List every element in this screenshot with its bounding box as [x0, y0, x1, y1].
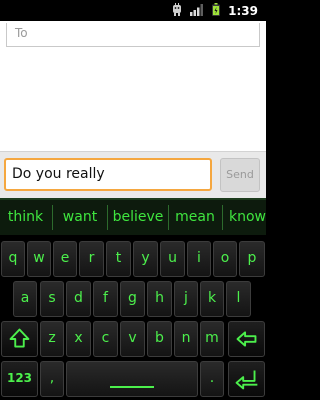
status-time: 1:39 — [228, 3, 258, 18]
key-f[interactable]: f — [93, 281, 118, 317]
key-label: h — [155, 290, 164, 306]
key-i[interactable]: i — [187, 241, 211, 277]
symbols-key[interactable]: 123 — [1, 361, 38, 397]
key-m[interactable]: m — [200, 321, 224, 357]
key-n[interactable]: n — [174, 321, 198, 357]
suggestion-item[interactable]: think — [0, 200, 51, 235]
key-label: e — [60, 250, 70, 266]
key-e[interactable]: e — [53, 241, 77, 277]
space-key[interactable] — [66, 361, 198, 397]
shift-icon — [9, 328, 30, 348]
compose-area: To — [0, 21, 266, 151]
key-label: u — [168, 250, 177, 266]
key-label: w — [33, 250, 45, 266]
key-r[interactable]: r — [79, 241, 104, 277]
key-label: v — [128, 330, 137, 346]
key-d[interactable]: d — [66, 281, 91, 317]
key-label: b — [155, 330, 164, 346]
key-label: a — [20, 290, 30, 306]
key-label: 123 — [6, 371, 33, 385]
key-y[interactable]: y — [133, 241, 158, 277]
status-bar: 1:39 — [0, 0, 266, 21]
send-button[interactable]: Send — [220, 158, 260, 192]
to-field[interactable]: To — [6, 23, 260, 47]
key-label: g — [128, 290, 137, 306]
message-bar: Do you really Send — [0, 151, 266, 199]
suggestion-item[interactable]: know — [229, 200, 266, 235]
key-label: , — [49, 370, 55, 386]
key-label: t — [115, 250, 122, 266]
key-o[interactable]: o — [213, 241, 237, 277]
suggestion-item[interactable]: mean — [169, 200, 221, 235]
key-c[interactable]: c — [93, 321, 118, 357]
key-a[interactable]: a — [13, 281, 37, 317]
key-label: l — [236, 290, 241, 306]
message-input[interactable]: Do you really — [4, 158, 212, 191]
key-label: i — [197, 250, 201, 266]
key-v[interactable]: v — [120, 321, 145, 357]
key-label: q — [8, 250, 18, 266]
key-g[interactable]: g — [120, 281, 145, 317]
enter-icon — [235, 370, 258, 390]
key-label: x — [74, 330, 83, 346]
suggestion-strip: think want believe mean know — [0, 198, 266, 235]
period-key[interactable]: . — [200, 361, 224, 397]
battery-icon — [212, 1, 221, 20]
key-label: y — [141, 250, 150, 266]
key-b[interactable]: b — [147, 321, 172, 357]
key-label: c — [101, 330, 110, 346]
key-h[interactable]: h — [147, 281, 172, 317]
key-label: n — [181, 330, 191, 346]
status-icons: 1:39 — [172, 3, 258, 18]
key-label: d — [74, 290, 83, 306]
key-w[interactable]: w — [27, 241, 51, 277]
key-label: k — [207, 290, 217, 306]
backspace-key[interactable] — [228, 321, 265, 357]
key-u[interactable]: u — [160, 241, 185, 277]
suggestion-item[interactable]: want — [53, 200, 107, 235]
usb-debug-icon — [172, 1, 182, 20]
key-label: . — [209, 370, 215, 386]
signal-icon — [190, 1, 204, 20]
key-label: z — [48, 330, 56, 346]
space-bar-indicator — [110, 386, 154, 388]
key-x[interactable]: x — [66, 321, 91, 357]
enter-key[interactable] — [228, 361, 265, 397]
key-k[interactable]: k — [200, 281, 224, 317]
soft-keyboard: q w e r t y u i o p a s d f g h j k l z … — [0, 235, 266, 400]
key-l[interactable]: l — [226, 281, 251, 317]
key-q[interactable]: q — [1, 241, 25, 277]
key-label: m — [205, 330, 219, 346]
backspace-icon — [236, 331, 257, 347]
key-j[interactable]: j — [174, 281, 198, 317]
key-z[interactable]: z — [40, 321, 64, 357]
shift-key[interactable] — [1, 321, 38, 357]
key-label: p — [247, 250, 257, 266]
key-label: r — [88, 250, 95, 266]
key-label: f — [103, 290, 108, 306]
key-p[interactable]: p — [239, 241, 265, 277]
suggestion-divider — [222, 205, 223, 230]
key-s[interactable]: s — [40, 281, 64, 317]
key-label: s — [48, 290, 56, 306]
comma-key[interactable]: , — [40, 361, 64, 397]
key-label: j — [184, 290, 188, 306]
key-label: o — [220, 250, 230, 266]
key-t[interactable]: t — [106, 241, 131, 277]
suggestion-item[interactable]: believe — [108, 200, 168, 235]
